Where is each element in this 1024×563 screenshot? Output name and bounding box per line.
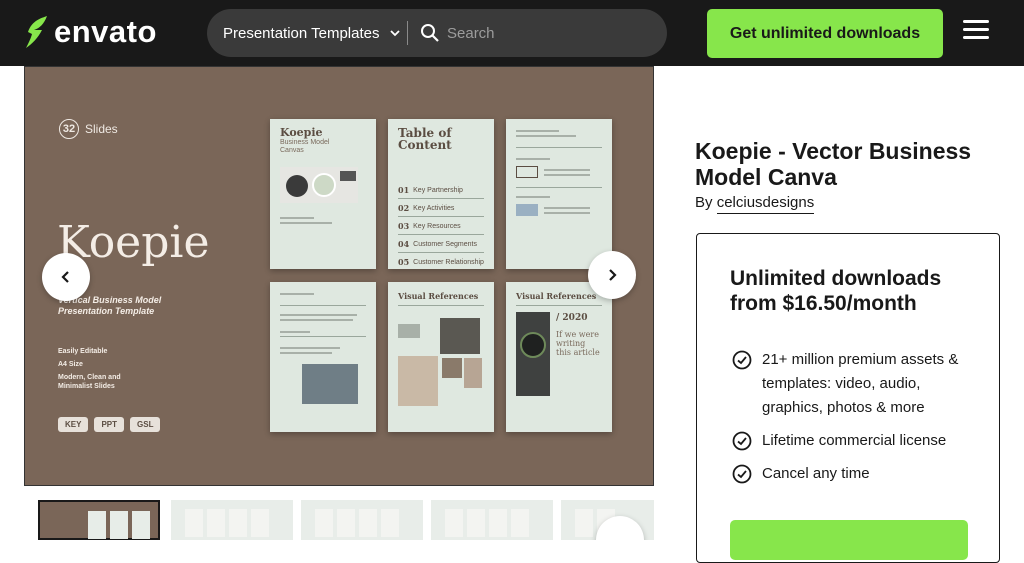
- page-title: Visual References: [398, 291, 479, 301]
- toc-row: 03 Key Resources: [398, 221, 461, 231]
- thumbnail-item[interactable]: [301, 500, 423, 540]
- subscribe-button[interactable]: [730, 520, 968, 560]
- benefit-item: 21+ million premium assets & templates: …: [732, 348, 977, 420]
- thumbnail-strip: [38, 500, 654, 540]
- toc-row: 05 Customer Relationship: [398, 257, 484, 267]
- benefit-item: Cancel any time: [732, 462, 977, 486]
- feature-item: Modern, Clean and: [58, 374, 121, 381]
- site-header: envato Presentation Templates Get unlimi…: [0, 0, 1024, 66]
- slides-label: Slides: [85, 122, 118, 136]
- benefit-text: Cancel any time: [762, 465, 870, 482]
- slide-page: Visual References / 2020 If we were writ…: [506, 282, 612, 432]
- product-preview: 32 Slides Koepie Vertical Business Model…: [24, 66, 654, 486]
- check-circle-icon: [732, 464, 752, 484]
- leaf-icon: [26, 16, 47, 48]
- search-icon[interactable]: [420, 23, 440, 43]
- get-unlimited-downloads-button[interactable]: Get unlimited downloads: [707, 9, 943, 58]
- page-year: / 2020: [556, 313, 588, 323]
- format-badge: PPT: [94, 417, 125, 432]
- page-quote: If we were writing this article: [556, 330, 600, 357]
- prev-slide-button[interactable]: [42, 253, 90, 301]
- by-label: By: [695, 194, 713, 211]
- slide-count: 32: [59, 119, 79, 139]
- slide-page: Visual References: [388, 282, 494, 432]
- page-title: Koepie: [280, 126, 323, 139]
- benefit-item: Lifetime commercial license: [732, 429, 977, 453]
- thumbnail-item[interactable]: [431, 500, 553, 540]
- chevron-down-icon: [390, 30, 401, 37]
- subtitle-line: Presentation Template: [58, 306, 155, 316]
- category-dropdown[interactable]: Presentation Templates: [223, 9, 401, 57]
- check-circle-icon: [732, 431, 752, 451]
- feature-item: A4 Size: [58, 361, 83, 368]
- benefit-text: 21+ million premium assets & templates: …: [762, 351, 959, 416]
- format-badge: GSL: [130, 417, 161, 432]
- toc-row: 04 Customer Segments: [398, 239, 477, 249]
- thumbnail-item[interactable]: [38, 500, 160, 540]
- category-label: Presentation Templates: [223, 24, 380, 42]
- search-input[interactable]: [447, 18, 647, 48]
- feature-item: Minimalist Slides: [58, 383, 115, 390]
- offer-headline: Unlimited downloads from $16.50/month: [730, 267, 942, 315]
- page-title: Table of Content: [398, 126, 452, 152]
- logo-text: envato: [54, 14, 157, 49]
- hamburger-menu-icon[interactable]: [963, 20, 989, 44]
- benefit-text: Lifetime commercial license: [762, 432, 947, 449]
- chevron-right-icon: [609, 269, 617, 281]
- page-image: [280, 167, 358, 203]
- subtitle-line: Vertical Business Model: [58, 295, 162, 305]
- slide-page: Koepie Business Model Canvas: [270, 119, 376, 269]
- format-badge: KEY: [58, 417, 89, 432]
- page-title: Visual References: [516, 291, 597, 301]
- byline: By celciusdesigns: [695, 194, 815, 214]
- preview-features: Easily Editable A4 Size Modern, Clean an…: [58, 347, 158, 395]
- product-title: Koepie - Vector Business Model Canva: [695, 138, 972, 190]
- chevron-left-icon: [61, 271, 69, 283]
- envato-logo[interactable]: envato: [22, 14, 157, 50]
- next-slide-button[interactable]: [588, 251, 636, 299]
- toc-row: 01 Key Partnership: [398, 185, 463, 195]
- search-divider: [407, 21, 408, 45]
- check-circle-icon: [732, 350, 752, 370]
- search-bar: Presentation Templates: [207, 9, 667, 57]
- preview-subtitle: Vertical Business Model Presentation Tem…: [58, 295, 208, 317]
- subscription-offer-card: Unlimited downloads from $16.50/month 21…: [696, 233, 1000, 563]
- slide-page: Table of Content 01 Key Partnership 02 Key…: [388, 119, 494, 269]
- thumbnail-item[interactable]: [171, 500, 293, 540]
- slides-badge: 32 Slides: [59, 119, 118, 139]
- page-image: [302, 364, 358, 404]
- toc-row: 02 Key Activities: [398, 203, 455, 213]
- slide-page: [506, 119, 612, 269]
- format-badges: KEY PPT GSL: [58, 417, 161, 432]
- feature-item: Easily Editable: [58, 348, 108, 355]
- slide-page: [270, 282, 376, 432]
- page-subtitle: Business Model Canvas: [280, 139, 330, 154]
- author-link[interactable]: celciusdesigns: [716, 194, 815, 214]
